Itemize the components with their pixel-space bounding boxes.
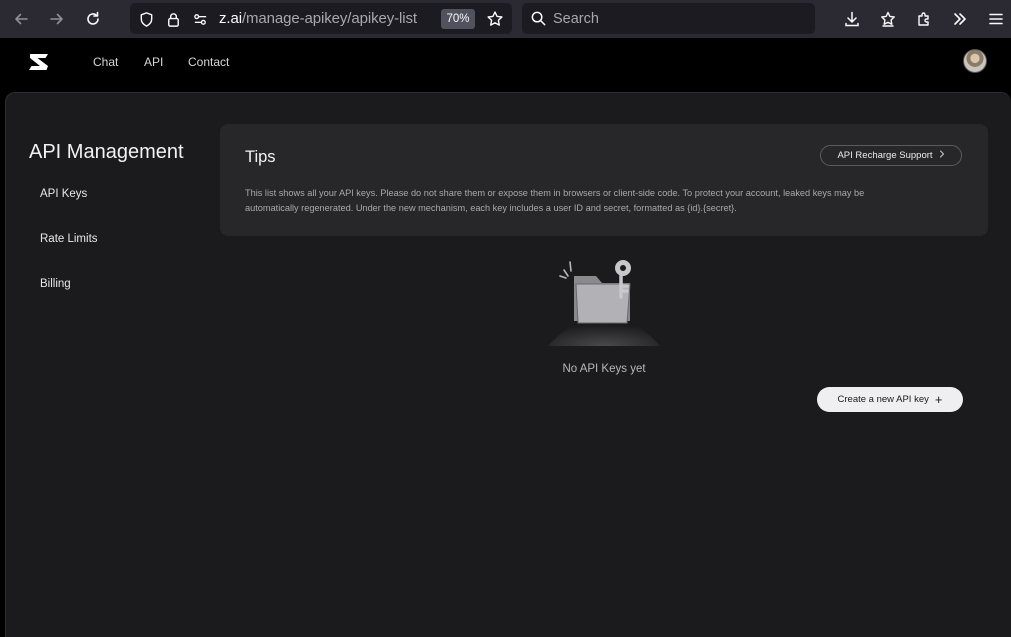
chevron-right-icon bbox=[939, 150, 945, 161]
hamburger-menu-icon[interactable] bbox=[984, 7, 1008, 31]
bookmark-star-icon[interactable] bbox=[486, 10, 504, 28]
nav-api-link[interactable]: API bbox=[144, 55, 163, 69]
search-bar[interactable]: Search bbox=[522, 3, 815, 34]
site-header: Chat API Contact bbox=[0, 38, 1011, 92]
empty-state-message: No API Keys yet bbox=[562, 363, 646, 375]
extensions-icon[interactable] bbox=[912, 7, 936, 31]
search-placeholder: Search bbox=[553, 11, 599, 27]
create-api-key-label: Create a new API key bbox=[837, 394, 929, 405]
downloads-icon[interactable] bbox=[840, 7, 864, 31]
sidebar-item-rate-limits[interactable]: Rate Limits bbox=[40, 233, 98, 245]
tips-title: Tips bbox=[245, 148, 276, 166]
tips-card: Tips API Recharge Support This list show… bbox=[220, 124, 988, 236]
saved-to-pocket-icon[interactable] bbox=[876, 7, 900, 31]
tracking-shield-icon[interactable] bbox=[137, 10, 155, 28]
site-permissions-icon[interactable] bbox=[191, 10, 209, 28]
tips-description: This list shows all your API keys. Pleas… bbox=[245, 186, 965, 216]
zoom-level-badge[interactable]: 70% bbox=[441, 9, 475, 29]
search-icon bbox=[530, 10, 547, 32]
url-host: z.ai bbox=[219, 10, 242, 27]
nav-chat-link[interactable]: Chat bbox=[93, 55, 118, 69]
tips-line-2: automatically regenerated. Under the new… bbox=[245, 203, 737, 213]
forward-icon[interactable] bbox=[45, 7, 69, 31]
create-api-key-button[interactable]: Create a new API key + bbox=[817, 387, 963, 412]
z-logo-icon[interactable] bbox=[28, 52, 50, 72]
url-text[interactable]: z.ai/manage-apikey/apikey-list bbox=[219, 10, 417, 27]
user-avatar[interactable] bbox=[963, 49, 987, 73]
page-title: API Management bbox=[29, 141, 184, 164]
plus-icon: + bbox=[934, 392, 943, 407]
api-recharge-support-label: API Recharge Support bbox=[837, 150, 933, 161]
overflow-chevrons-icon[interactable] bbox=[948, 7, 972, 31]
lock-icon[interactable] bbox=[164, 10, 182, 28]
tips-line-1: This list shows all your API keys. Pleas… bbox=[245, 188, 865, 198]
browser-toolbar: z.ai/manage-apikey/apikey-list 70% Searc… bbox=[0, 0, 1011, 38]
url-path: /manage-apikey/apikey-list bbox=[241, 10, 417, 27]
address-bar[interactable]: z.ai/manage-apikey/apikey-list 70% bbox=[130, 3, 512, 34]
back-icon[interactable] bbox=[9, 7, 33, 31]
sidebar-item-billing[interactable]: Billing bbox=[40, 278, 71, 290]
api-recharge-support-button[interactable]: API Recharge Support bbox=[820, 145, 962, 166]
empty-folder-key-illustration bbox=[548, 254, 660, 346]
reload-icon[interactable] bbox=[81, 7, 105, 31]
sidebar-item-api-keys[interactable]: API Keys bbox=[40, 188, 87, 200]
nav-contact-link[interactable]: Contact bbox=[188, 55, 229, 69]
